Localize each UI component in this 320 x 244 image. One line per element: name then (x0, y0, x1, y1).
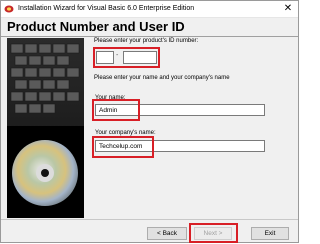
back-button[interactable]: < Back (147, 227, 187, 240)
name-company-prompt: Please enter your name and your company'… (94, 75, 230, 81)
product-id-separator: - (116, 52, 119, 59)
name-highlight (92, 99, 140, 121)
vb-wizard-icon (4, 5, 14, 13)
keyboard-cd-image (7, 38, 84, 218)
close-icon[interactable]: ✕ (282, 3, 294, 15)
product-id-part1-input[interactable] (96, 51, 114, 64)
window-title: Installation Wizard for Visual Basic 6.0… (18, 5, 195, 12)
product-id-part2-input[interactable] (123, 51, 157, 64)
exit-button[interactable]: Exit (251, 227, 289, 240)
installer-window: Installation Wizard for Visual Basic 6.0… (0, 0, 299, 243)
product-id-prompt: Please enter your product's ID number: (94, 38, 199, 44)
company-highlight (92, 136, 154, 158)
title-bar: Installation Wizard for Visual Basic 6.0… (1, 1, 298, 18)
footer-divider (1, 219, 298, 220)
next-button-highlight (189, 223, 238, 243)
page-title: Product Number and User ID (7, 19, 185, 34)
